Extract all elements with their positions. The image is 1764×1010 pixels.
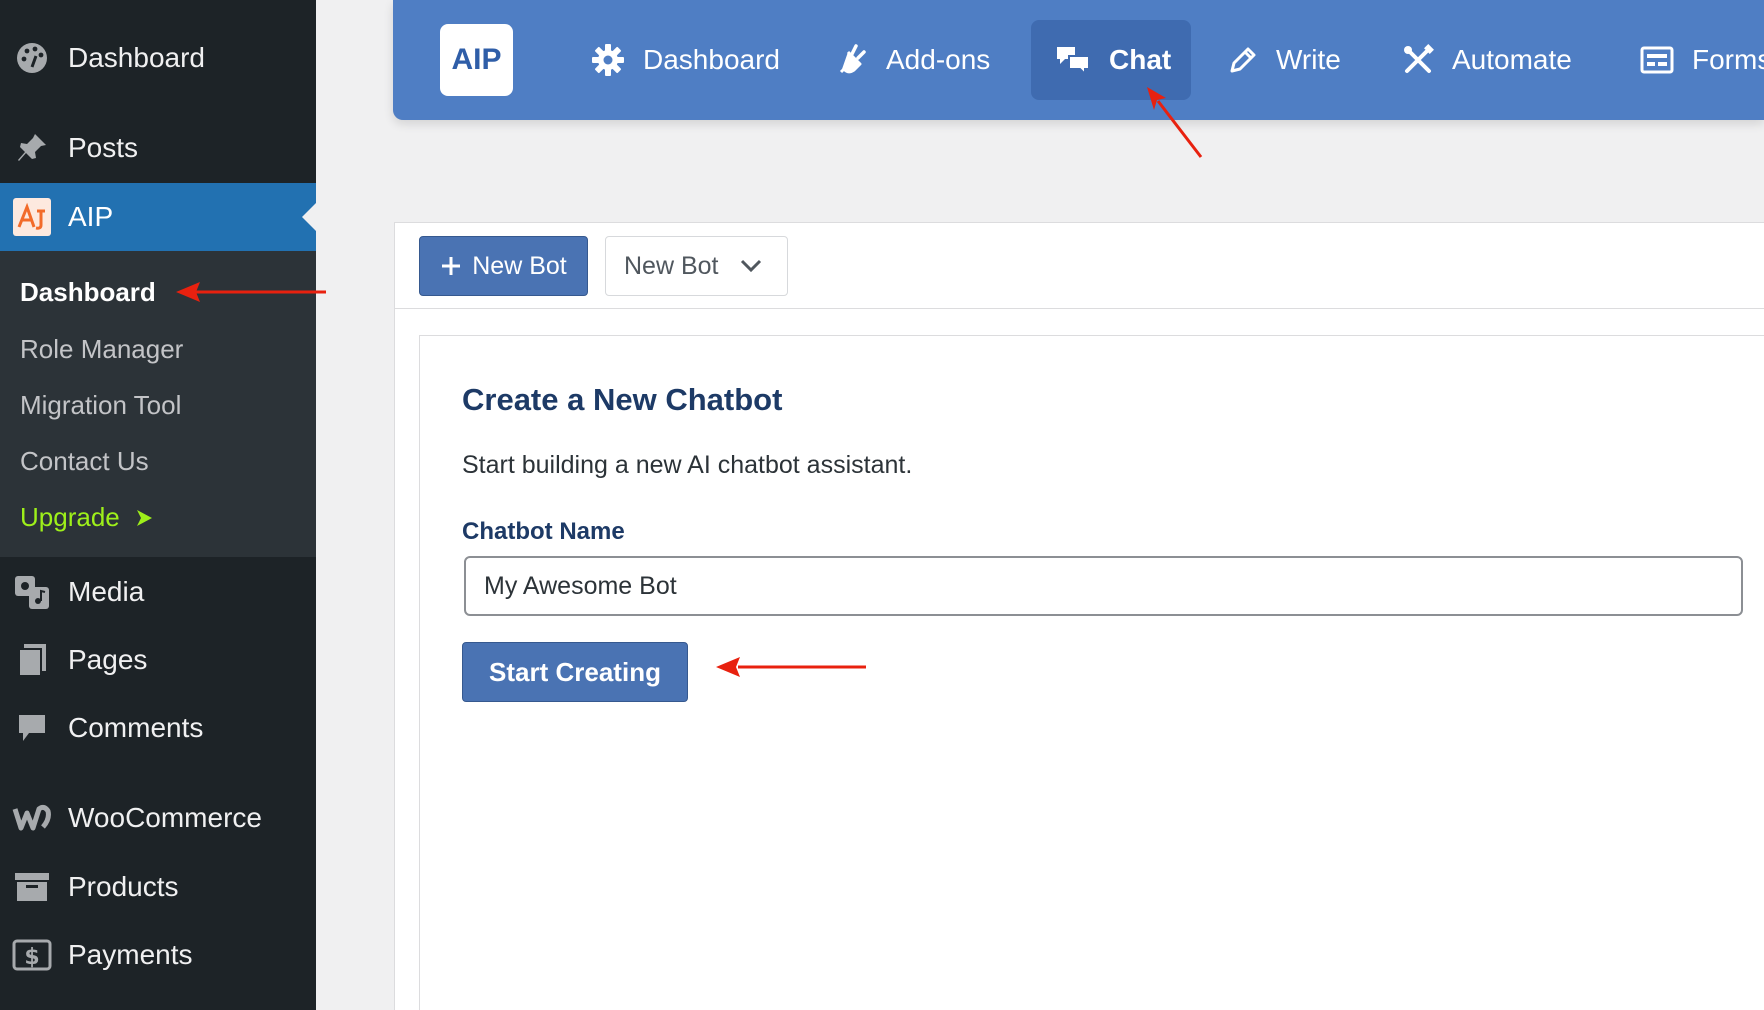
woocommerce-icon (12, 798, 52, 838)
chat-bubbles-icon (1057, 47, 1090, 76)
palette-dashboard-icon (12, 38, 52, 78)
tab-chat[interactable]: Chat (1031, 20, 1191, 100)
card-description: Start building a new AI chatbot assistan… (462, 451, 913, 479)
sidebar-item-payments[interactable]: $ Payments (0, 921, 316, 989)
chat-panel: New Bot New Bot Create a New Chatbot Sta… (394, 222, 1764, 1010)
bot-toolbar: New Bot New Bot (395, 223, 1764, 309)
create-chatbot-card: Create a New Chatbot Start building a ne… (419, 335, 1764, 1010)
tab-dashboard[interactable]: Dashboard (567, 20, 804, 100)
sidebar-item-label: Pages (68, 644, 148, 675)
pin-icon (12, 128, 52, 168)
sidebar-item-media[interactable]: Media (0, 558, 316, 626)
new-bot-label: New Bot (472, 251, 567, 280)
admin-sidebar: Dashboard Posts AIP Dashboard Role Manag… (0, 0, 316, 1010)
comment-icon (12, 708, 52, 748)
sidebar-item-dashboard[interactable]: Dashboard (0, 24, 316, 92)
tab-add-ons[interactable]: Add-ons (812, 20, 1014, 100)
chevron-down-icon (741, 259, 762, 273)
tab-automate[interactable]: Automate (1378, 20, 1596, 100)
upgrade-label: Upgrade (20, 502, 120, 532)
plugin-top-nav: AIP Dashboard Add-ons Chat Write Automat… (393, 0, 1764, 120)
form-icon (1640, 46, 1674, 74)
sidebar-item-posts[interactable]: Posts (0, 114, 316, 182)
tab-write[interactable]: Write (1204, 20, 1365, 100)
chatbot-name-label: Chatbot Name (462, 518, 625, 545)
submenu-item-dashboard[interactable]: Dashboard (20, 277, 156, 308)
sidebar-item-aip[interactable]: AIP (0, 183, 316, 251)
tab-label: Add-ons (886, 44, 991, 75)
sidebar-item-comments[interactable]: Comments (0, 694, 316, 762)
tools-icon (1404, 44, 1434, 73)
pencil-icon (1230, 47, 1256, 73)
tab-label: Chat (1109, 44, 1172, 75)
submenu-item-upgrade[interactable]: Upgrade (20, 502, 154, 533)
plus-icon (442, 257, 461, 275)
submenu-item-role-manager[interactable]: Role Manager (20, 334, 183, 365)
archive-box-icon (12, 867, 52, 907)
start-creating-button[interactable]: Start Creating (462, 642, 688, 702)
aip-logo[interactable]: AIP (440, 24, 513, 96)
sidebar-item-label: Payments (68, 939, 193, 970)
tab-label: Write (1276, 44, 1341, 75)
svg-text:$: $ (24, 945, 39, 970)
sidebar-item-woocommerce[interactable]: WooCommerce (0, 784, 316, 852)
new-bot-button[interactable]: New Bot (419, 236, 588, 296)
tab-label: Forms (1692, 44, 1764, 75)
arrow-right-icon (136, 509, 152, 526)
sidebar-item-label: Comments (68, 712, 204, 743)
gear-icon (592, 44, 624, 76)
media-icon (12, 572, 52, 612)
chatbot-name-input[interactable] (464, 556, 1743, 616)
aip-submenu: Dashboard Role Manager Migration Tool Co… (0, 251, 316, 557)
dollar-icon: $ (12, 935, 52, 975)
bot-selector-value: New Bot (624, 251, 719, 280)
pages-icon (12, 640, 52, 680)
tab-label: Dashboard (643, 44, 780, 75)
card-title: Create a New Chatbot (462, 382, 783, 417)
sidebar-item-label: Products (68, 871, 179, 902)
sidebar-item-label: AIP (68, 201, 114, 232)
submenu-item-contact-us[interactable]: Contact Us (20, 446, 149, 477)
submenu-item-migration-tool[interactable]: Migration Tool (20, 390, 181, 421)
aip-plugin-icon (12, 197, 52, 237)
active-indicator (302, 203, 316, 231)
sidebar-item-pages[interactable]: Pages (0, 626, 316, 694)
plug-icon (839, 44, 866, 74)
bot-selector[interactable]: New Bot (605, 236, 788, 296)
sidebar-item-label: Media (68, 576, 145, 607)
sidebar-item-label: Dashboard (68, 42, 205, 73)
tab-label: Automate (1452, 44, 1572, 75)
sidebar-item-label: Posts (68, 132, 139, 163)
sidebar-item-label: WooCommerce (68, 802, 262, 833)
sidebar-item-products[interactable]: Products (0, 853, 316, 921)
tab-forms[interactable]: Forms (1616, 20, 1764, 100)
